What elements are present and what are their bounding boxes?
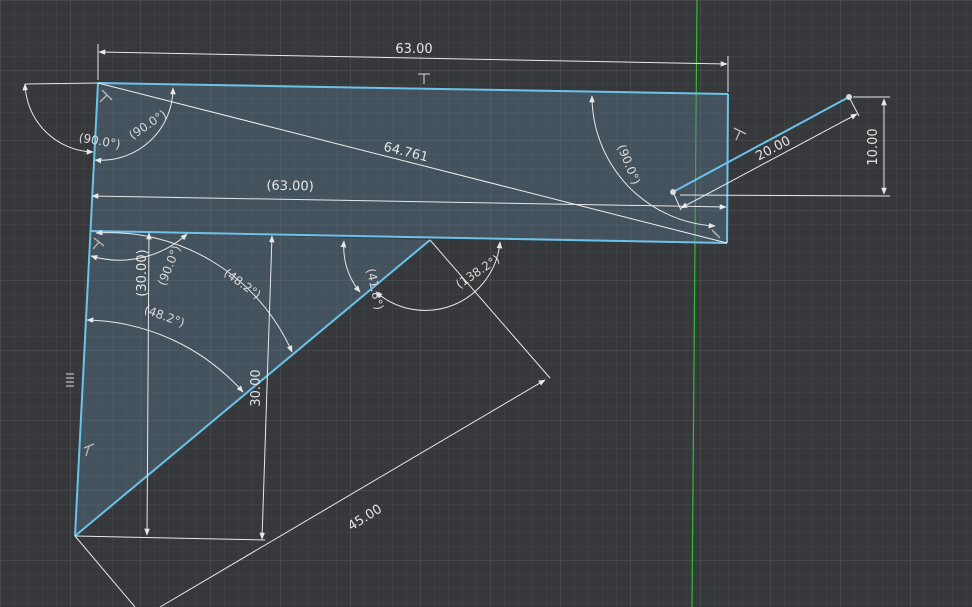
small-height-label[interactable]: 10.00 <box>866 128 881 165</box>
rectangle-right-edge[interactable] <box>726 93 729 244</box>
top-width-label[interactable]: 63.00 <box>395 42 432 57</box>
left-height-label[interactable]: (30.00) <box>135 249 150 296</box>
reference-width-label[interactable]: (63.00) <box>266 179 314 195</box>
sketch-canvas[interactable]: 63.00 (63.00) 64.761 20.00 10.00 (30.00)… <box>0 0 972 607</box>
inner-height-label[interactable]: 30.00 <box>249 369 264 406</box>
